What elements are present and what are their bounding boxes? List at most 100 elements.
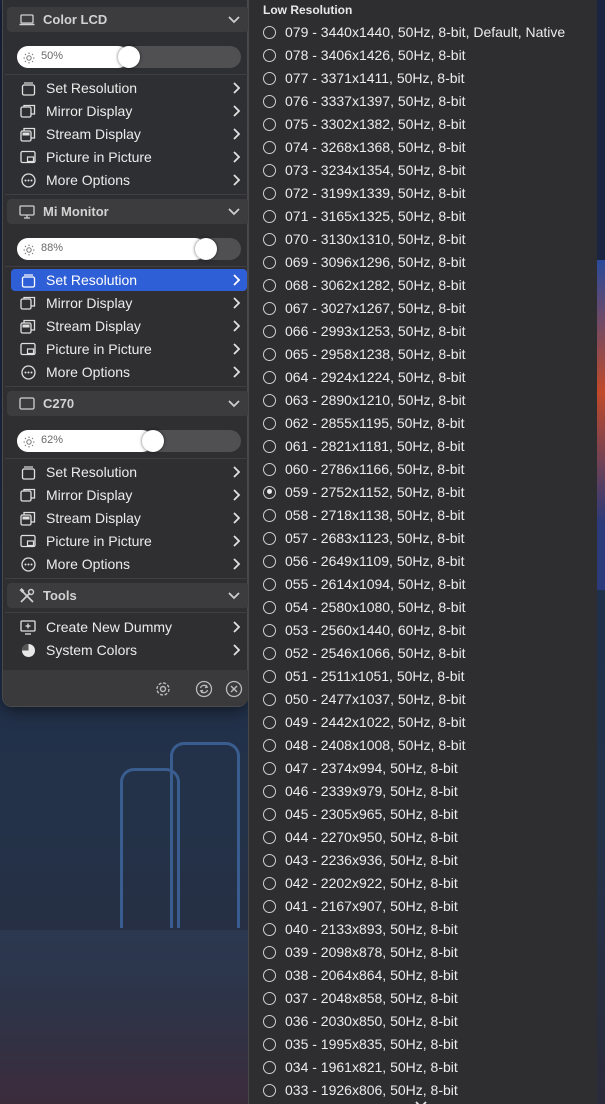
resolution-option[interactable]: 076 - 3337x1397, 50Hz, 8-bit xyxy=(263,91,595,111)
stream-display-button[interactable]: Stream Display xyxy=(11,123,247,145)
resolution-option[interactable]: 068 - 3062x1282, 50Hz, 8-bit xyxy=(263,275,595,295)
radio-button[interactable] xyxy=(263,117,276,131)
radio-button[interactable] xyxy=(263,761,276,775)
chevron-down-icon[interactable] xyxy=(227,12,241,29)
radio-button[interactable] xyxy=(263,1037,276,1051)
display-header-mi-monitor[interactable]: Mi Monitor xyxy=(7,199,249,224)
mirror-display-button[interactable]: Mirror Display xyxy=(11,100,247,122)
resolution-option[interactable]: 047 - 2374x994, 50Hz, 8-bit xyxy=(263,758,595,778)
radio-button[interactable] xyxy=(263,738,276,752)
radio-button[interactable] xyxy=(263,830,276,844)
refresh-icon[interactable] xyxy=(195,680,213,703)
set-resolution-button[interactable]: Set Resolution xyxy=(11,461,247,483)
display-header-color-lcd[interactable]: Color LCD xyxy=(7,7,249,32)
radio-button[interactable] xyxy=(263,876,276,890)
resolution-option[interactable]: 035 - 1995x835, 50Hz, 8-bit xyxy=(263,1034,595,1054)
radio-button[interactable] xyxy=(263,140,276,154)
system-colors-button[interactable]: System Colors xyxy=(11,639,247,661)
radio-button[interactable] xyxy=(263,186,276,200)
resolution-option[interactable]: 039 - 2098x878, 50Hz, 8-bit xyxy=(263,942,595,962)
resolution-option[interactable]: 072 - 3199x1339, 50Hz, 8-bit xyxy=(263,183,595,203)
resolution-option[interactable]: 065 - 2958x1238, 50Hz, 8-bit xyxy=(263,344,595,364)
resolution-option[interactable]: 051 - 2511x1051, 50Hz, 8-bit xyxy=(263,666,595,686)
resolution-option[interactable]: 061 - 2821x1181, 50Hz, 8-bit xyxy=(263,436,595,456)
resolution-option[interactable]: 056 - 2649x1109, 50Hz, 8-bit xyxy=(263,551,595,571)
radio-button[interactable] xyxy=(263,531,276,545)
radio-button[interactable] xyxy=(263,600,276,614)
radio-button[interactable] xyxy=(263,784,276,798)
more-options-button[interactable]: More Options xyxy=(11,361,247,383)
stream-display-button[interactable]: Stream Display xyxy=(11,507,247,529)
resolution-option[interactable]: 041 - 2167x907, 50Hz, 8-bit xyxy=(263,896,595,916)
mirror-display-button[interactable]: Mirror Display xyxy=(11,484,247,506)
set-resolution-button[interactable]: Set Resolution xyxy=(11,77,247,99)
radio-button[interactable] xyxy=(263,1083,276,1097)
radio-button[interactable] xyxy=(263,623,276,637)
mirror-display-button[interactable]: Mirror Display xyxy=(11,292,247,314)
brightness-slider[interactable]: 50% xyxy=(17,46,241,68)
radio-button[interactable] xyxy=(263,393,276,407)
radio-button[interactable] xyxy=(263,715,276,729)
resolution-option[interactable]: 074 - 3268x1368, 50Hz, 8-bit xyxy=(263,137,595,157)
close-circle-icon[interactable] xyxy=(225,680,243,703)
resolution-option[interactable]: 067 - 3027x1267, 50Hz, 8-bit xyxy=(263,298,595,318)
resolution-option[interactable]: 054 - 2580x1080, 50Hz, 8-bit xyxy=(263,597,595,617)
display-header-c270[interactable]: C270 xyxy=(7,391,249,416)
resolution-option[interactable]: 063 - 2890x1210, 50Hz, 8-bit xyxy=(263,390,595,410)
resolution-option[interactable]: 050 - 2477x1037, 50Hz, 8-bit xyxy=(263,689,595,709)
slider-knob[interactable] xyxy=(142,430,164,452)
resolution-option[interactable]: 034 - 1961x821, 50Hz, 8-bit xyxy=(263,1057,595,1077)
radio-button[interactable] xyxy=(263,646,276,660)
radio-button[interactable] xyxy=(263,163,276,177)
resolution-option[interactable]: 058 - 2718x1138, 50Hz, 8-bit xyxy=(263,505,595,525)
radio-button[interactable] xyxy=(263,462,276,476)
scroll-down-icon[interactable] xyxy=(414,1096,428,1104)
resolution-option[interactable]: 073 - 3234x1354, 50Hz, 8-bit xyxy=(263,160,595,180)
radio-button[interactable] xyxy=(263,278,276,292)
radio-button[interactable] xyxy=(263,968,276,982)
resolution-option[interactable]: 066 - 2993x1253, 50Hz, 8-bit xyxy=(263,321,595,341)
gear-icon[interactable] xyxy=(154,680,172,703)
radio-button[interactable] xyxy=(263,94,276,108)
resolution-option[interactable]: 079 - 3440x1440, 50Hz, 8-bit, Default, N… xyxy=(263,22,595,42)
resolution-option[interactable]: 044 - 2270x950, 50Hz, 8-bit xyxy=(263,827,595,847)
resolution-option[interactable]: 038 - 2064x864, 50Hz, 8-bit xyxy=(263,965,595,985)
resolution-option[interactable]: 037 - 2048x858, 50Hz, 8-bit xyxy=(263,988,595,1008)
radio-button[interactable] xyxy=(263,370,276,384)
resolution-option[interactable]: 053 - 2560x1440, 60Hz, 8-bit xyxy=(263,620,595,640)
radio-button[interactable] xyxy=(263,209,276,223)
brightness-slider[interactable]: 62% xyxy=(17,430,241,452)
radio-button[interactable] xyxy=(263,853,276,867)
radio-button[interactable] xyxy=(263,48,276,62)
resolution-option[interactable]: 043 - 2236x936, 50Hz, 8-bit xyxy=(263,850,595,870)
radio-button[interactable] xyxy=(263,945,276,959)
radio-button[interactable] xyxy=(263,324,276,338)
resolution-option[interactable]: 045 - 2305x965, 50Hz, 8-bit xyxy=(263,804,595,824)
resolution-option[interactable]: 049 - 2442x1022, 50Hz, 8-bit xyxy=(263,712,595,732)
chevron-down-icon[interactable] xyxy=(227,588,241,605)
resolution-option[interactable]: 040 - 2133x893, 50Hz, 8-bit xyxy=(263,919,595,939)
radio-button[interactable] xyxy=(263,1014,276,1028)
more-options-button[interactable]: More Options xyxy=(11,169,247,191)
picture-in-picture-button[interactable]: Picture in Picture xyxy=(11,146,247,168)
resolution-option[interactable]: 033 - 1926x806, 50Hz, 8-bit xyxy=(263,1080,595,1100)
resolution-option[interactable]: 055 - 2614x1094, 50Hz, 8-bit xyxy=(263,574,595,594)
resolution-option[interactable]: 042 - 2202x922, 50Hz, 8-bit xyxy=(263,873,595,893)
resolution-option[interactable]: 075 - 3302x1382, 50Hz, 8-bit xyxy=(263,114,595,134)
resolution-option[interactable]: 069 - 3096x1296, 50Hz, 8-bit xyxy=(263,252,595,272)
resolution-option[interactable]: 071 - 3165x1325, 50Hz, 8-bit xyxy=(263,206,595,226)
radio-button[interactable] xyxy=(263,807,276,821)
resolution-option[interactable]: 036 - 2030x850, 50Hz, 8-bit xyxy=(263,1011,595,1031)
set-resolution-button[interactable]: Set Resolution xyxy=(11,269,247,291)
resolution-option[interactable]: 062 - 2855x1195, 50Hz, 8-bit xyxy=(263,413,595,433)
slider-knob[interactable] xyxy=(195,238,217,260)
more-options-button[interactable]: More Options xyxy=(11,553,247,575)
picture-in-picture-button[interactable]: Picture in Picture xyxy=(11,530,247,552)
radio-button[interactable] xyxy=(263,991,276,1005)
radio-button[interactable] xyxy=(263,899,276,913)
radio-button[interactable] xyxy=(263,1060,276,1074)
resolution-option[interactable]: 059 - 2752x1152, 50Hz, 8-bit xyxy=(263,482,595,502)
radio-button[interactable] xyxy=(263,508,276,522)
radio-button[interactable] xyxy=(263,25,276,39)
resolution-option[interactable]: 070 - 3130x1310, 50Hz, 8-bit xyxy=(263,229,595,249)
